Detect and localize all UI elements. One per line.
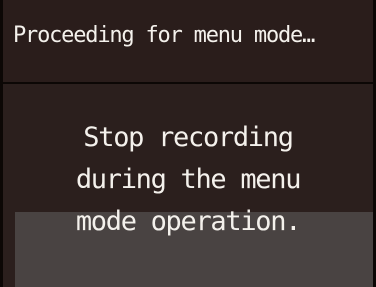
- status-header-text: Proceeding for menu mode…: [13, 23, 315, 48]
- warning-message-line-2: during the menu: [75, 164, 302, 195]
- warning-message: Stop recording during the menu mode oper…: [0, 117, 376, 243]
- camera-lcd-screen: Proceeding for menu mode… Stop recording…: [0, 0, 376, 287]
- warning-message-line-3: mode operation.: [75, 206, 302, 237]
- warning-message-line-1: Stop recording: [83, 122, 294, 153]
